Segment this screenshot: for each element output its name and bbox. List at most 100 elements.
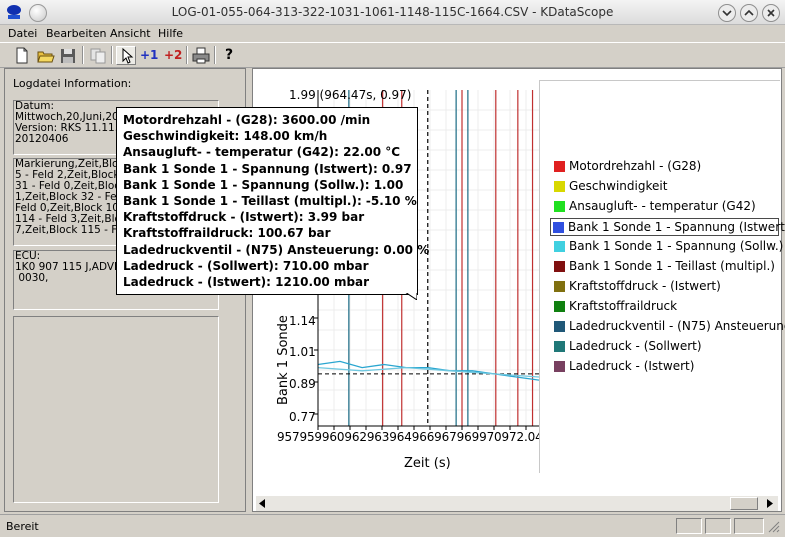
arrow-right-icon[interactable] xyxy=(767,499,775,508)
status-panel xyxy=(676,518,702,534)
minimize-button[interactable] xyxy=(718,4,736,22)
legend-swatch xyxy=(554,361,565,372)
legend-label: Ladedruckventil - (N75) Ansteuerung xyxy=(569,319,785,333)
legend-swatch xyxy=(554,181,565,192)
tooltip-line: Motordrehzahl - (G28): 3600.00 /min xyxy=(123,113,371,127)
tooltip-line: Ansaugluft- - temperatur (G42): 22.00 °C xyxy=(123,145,401,160)
legend-item[interactable]: Ladedruck - (Sollwert) xyxy=(552,338,777,354)
toolbar-separator xyxy=(186,46,188,64)
toolbar-separator xyxy=(214,46,216,64)
tooltip-line: Geschwindigkeit: 148.00 km/h xyxy=(123,129,328,144)
chevron-down-icon xyxy=(722,10,732,17)
legend-item[interactable]: Kraftstoffdruck - (Istwert) xyxy=(552,278,777,294)
open-folder-icon xyxy=(37,51,55,63)
legend-label: Bank 1 Sonde 1 - Spannung (Sollw.) xyxy=(569,239,784,253)
y-axis-label: Bank 1 Sonde xyxy=(276,315,291,405)
legend-item[interactable]: Motordrehzahl - (G28) xyxy=(552,158,777,174)
legend-label: Kraftstoffdruck - (Istwert) xyxy=(569,279,721,293)
close-button[interactable] xyxy=(762,4,780,22)
y-tick-label: 1.14 xyxy=(289,314,316,328)
y-tick-label: 1.01 xyxy=(289,345,316,359)
window-title: LOG-01-055-064-313-322-1031-1061-1148-11… xyxy=(171,5,614,19)
status-panel xyxy=(705,518,731,534)
copy-icon xyxy=(90,48,106,64)
toolbar-separator xyxy=(82,46,84,64)
cursor-readout: 1.99 (964.47s, 0.97) xyxy=(289,88,412,102)
status-panel xyxy=(734,518,764,534)
arrow-left-icon[interactable] xyxy=(259,499,267,508)
cursor-2-button[interactable]: +2 xyxy=(162,46,182,65)
y-tick-label: 0.89 xyxy=(289,377,316,391)
legend-label: Ladedruck - (Istwert) xyxy=(569,359,695,373)
scrollbar-thumb[interactable] xyxy=(730,497,758,510)
toolbar: +1 +2 ? xyxy=(0,42,785,68)
legend-swatch xyxy=(554,341,565,352)
horizontal-scrollbar[interactable] xyxy=(256,496,778,511)
menu-ansicht[interactable]: Ansicht xyxy=(110,27,151,40)
logfile-info-title: Logdatei Information: xyxy=(13,77,132,90)
menu-datei[interactable]: Datei xyxy=(8,27,37,40)
legend-swatch xyxy=(553,222,564,233)
legend-swatch xyxy=(554,301,565,312)
cursor-1-button[interactable]: +1 xyxy=(138,46,158,65)
tooltip-tail xyxy=(405,292,417,300)
legend-item[interactable]: Bank 1 Sonde 1 - Spannung (Sollw.) xyxy=(552,238,783,254)
legend-swatch xyxy=(554,321,565,332)
menu-hilfe[interactable]: Hilfe xyxy=(158,27,183,40)
toolbar-separator xyxy=(111,46,113,64)
status-bar: Bereit xyxy=(0,514,785,537)
legend: Motordrehzahl - (G28) Geschwindigkeit Ansa… xyxy=(539,80,785,473)
legend-swatch xyxy=(554,201,565,212)
help-icon: ? xyxy=(225,47,234,63)
legend-item[interactable]: Ansaugluft- - temperatur (G42) xyxy=(552,198,777,214)
tooltip-line: Ladedruck - (Sollwert): 710.00 mbar xyxy=(123,258,369,273)
x-tick-labels: 957959960962963964966967969970972.04 xyxy=(277,430,543,444)
legend-label: Ansaugluft- - temperatur (G42) xyxy=(569,199,756,213)
legend-item[interactable]: Bank 1 Sonde 1 - Spannung (Istwert) xyxy=(550,218,785,236)
plot-series xyxy=(317,360,540,381)
menu-bearbeiten[interactable]: Bearbeiten xyxy=(46,27,106,40)
status-text: Bereit xyxy=(6,520,39,533)
title-bar: LOG-01-055-064-313-322-1031-1061-1148-11… xyxy=(0,0,785,25)
pointer-tool-button[interactable] xyxy=(116,46,136,65)
tooltip-line: Ladedruckventil - (N75) Ansteuerung: 0.0… xyxy=(123,242,430,257)
legend-swatch xyxy=(554,241,565,252)
legend-label: Geschwindigkeit xyxy=(569,179,668,193)
maximize-button[interactable] xyxy=(740,4,758,22)
legend-item[interactable]: Geschwindigkeit xyxy=(552,178,777,194)
legend-item[interactable]: Ladedruckventil - (N75) Ansteuerung xyxy=(552,318,785,334)
close-icon xyxy=(767,9,775,17)
print-button[interactable] xyxy=(191,46,211,65)
legend-item[interactable]: Kraftstoffraildruck xyxy=(552,298,777,314)
tooltip-line: Bank 1 Sonde 1 - Spannung (Sollw.): 1.00 xyxy=(123,177,404,192)
new-icon xyxy=(16,47,28,64)
menu-bar: Datei Bearbeiten Ansicht Hilfe xyxy=(0,25,785,42)
cursor-2-icon: +2 xyxy=(164,48,183,62)
chevron-up-icon xyxy=(744,9,754,16)
y-tick-label: 0.77 xyxy=(289,410,316,424)
tooltip-line: Ladedruck - (Istwert): 1210.00 mbar xyxy=(123,275,370,290)
info-box-empty[interactable] xyxy=(13,316,219,503)
save-button[interactable] xyxy=(58,46,78,65)
legend-item[interactable]: Ladedruck - (Istwert) xyxy=(552,358,777,374)
legend-label: Kraftstoffraildruck xyxy=(569,299,678,313)
series-line xyxy=(317,360,540,381)
new-file-button[interactable] xyxy=(12,46,32,65)
legend-label: Ladedruck - (Sollwert) xyxy=(569,339,702,353)
legend-swatch xyxy=(554,281,565,292)
data-tooltip: Motordrehzahl - (G28): 3600.00 /min Gesch… xyxy=(116,107,430,295)
pointer-icon xyxy=(122,47,134,64)
tooltip-line: Bank 1 Sonde 1 - Spannung (Istwert): 0.9… xyxy=(123,161,412,176)
legend-label: Motordrehzahl - (G28) xyxy=(569,159,702,173)
legend-swatch xyxy=(554,261,565,272)
legend-item[interactable]: Bank 1 Sonde 1 - Teillast (multipl.) xyxy=(552,258,777,274)
tooltip-line: Bank 1 Sonde 1 - Teillast (multipl.): -5… xyxy=(123,194,417,209)
save-icon xyxy=(61,49,75,63)
help-button[interactable]: ? xyxy=(220,46,240,65)
copy-button[interactable] xyxy=(88,46,108,65)
resize-grip-icon[interactable] xyxy=(768,521,780,533)
cursor-1-icon: +1 xyxy=(140,48,159,62)
open-file-button[interactable] xyxy=(36,46,56,65)
legend-label: Bank 1 Sonde 1 - Spannung (Istwert) xyxy=(568,220,785,234)
legend-swatch xyxy=(554,161,565,172)
